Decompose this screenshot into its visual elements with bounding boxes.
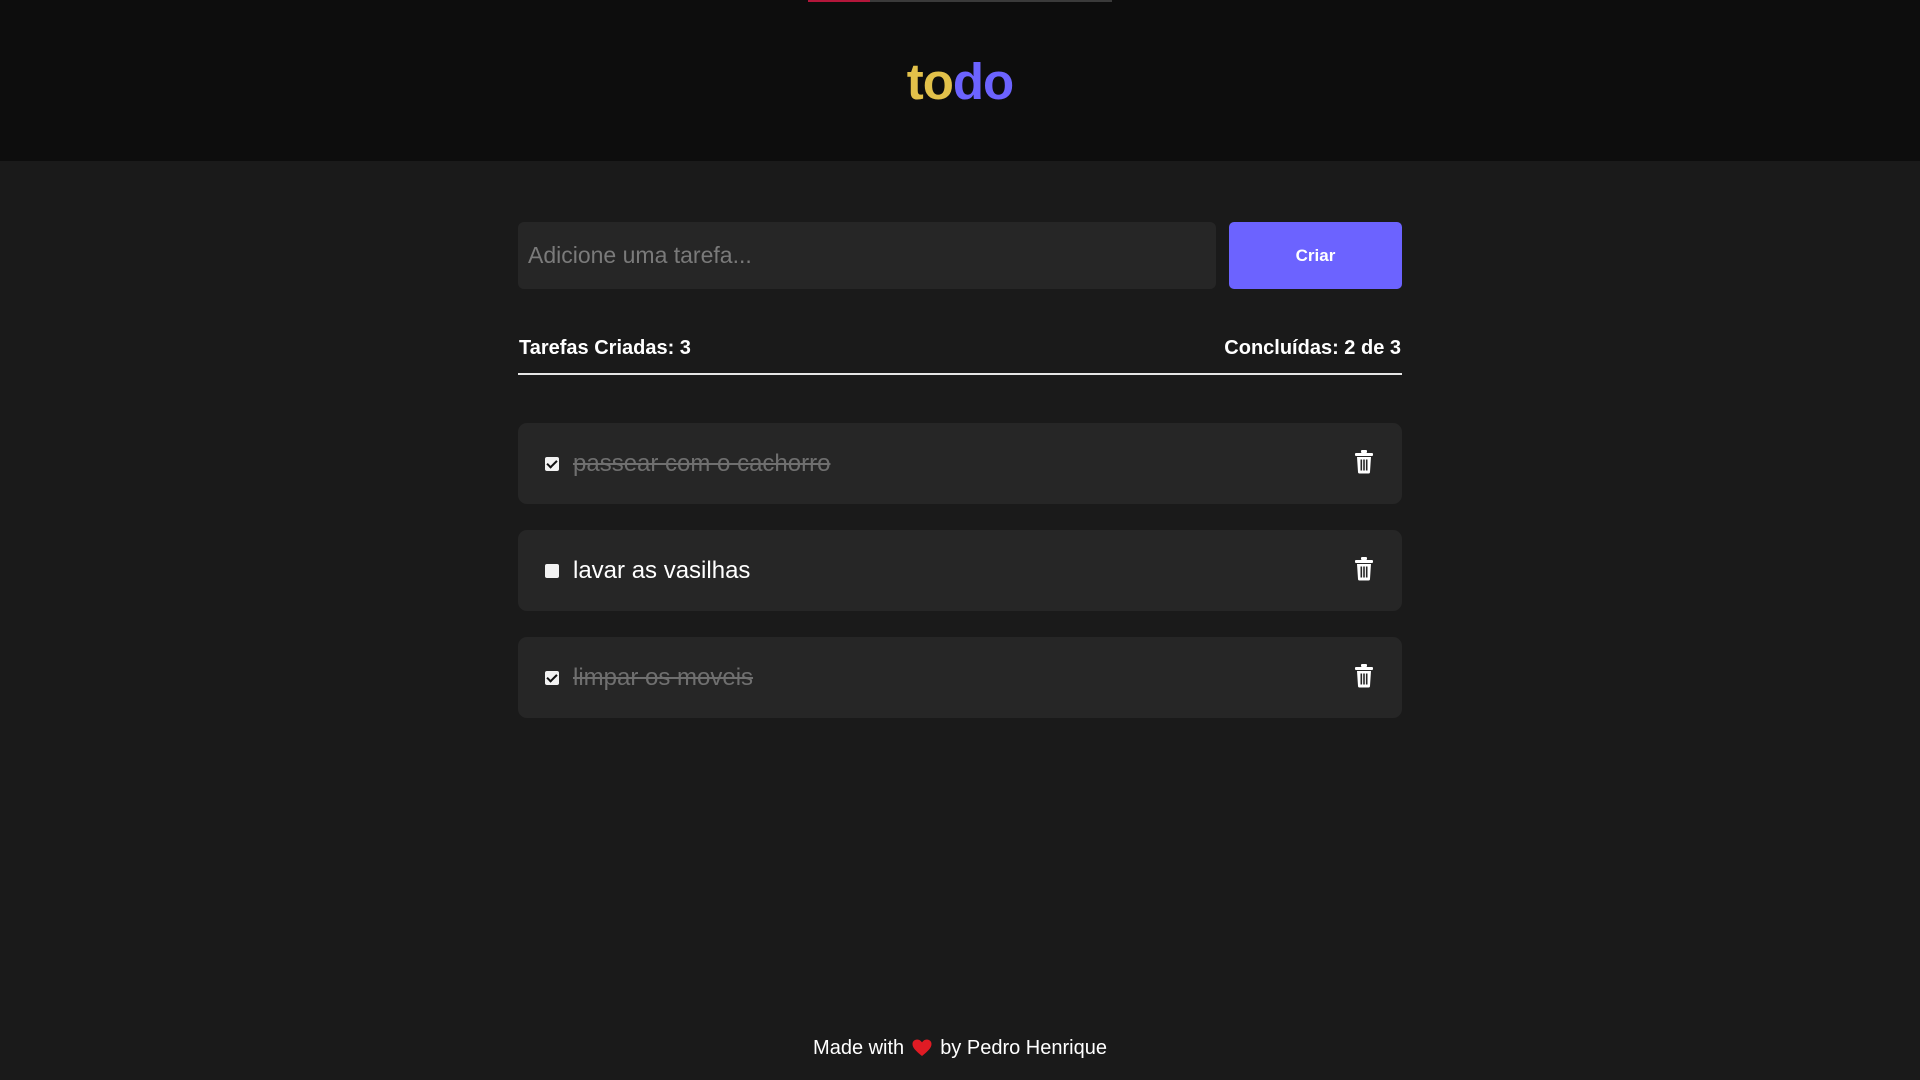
- top-strip: [808, 0, 1112, 2]
- created-count: Tarefas Criadas: 3: [519, 336, 691, 359]
- app-header: todo: [0, 0, 1920, 161]
- new-task-form: Criar: [518, 222, 1402, 289]
- delete-task-button[interactable]: [1354, 664, 1374, 688]
- task-checkbox[interactable]: [545, 457, 559, 471]
- task-text: passear com o cachorro: [573, 450, 831, 477]
- footer-author: by Pedro Henrique: [940, 1037, 1107, 1059]
- task-text: lavar as vasilhas: [573, 557, 751, 584]
- task-item: limpar os moveis: [518, 637, 1402, 718]
- new-task-input[interactable]: [518, 222, 1216, 289]
- completed-count: Concluídas: 2 de 3: [1224, 336, 1401, 359]
- logo-part-b: do: [952, 53, 1014, 110]
- heart-icon: [912, 1039, 932, 1063]
- create-task-button[interactable]: Criar: [1229, 222, 1402, 289]
- task-text: limpar os moveis: [573, 664, 754, 691]
- app-logo: todo: [0, 50, 1920, 114]
- task-stats: Tarefas Criadas: 3 Concluídas: 2 de 3: [518, 336, 1402, 360]
- logo-part-a: to: [906, 53, 954, 110]
- trash-icon: [1355, 557, 1373, 581]
- top-strip-accent: [808, 0, 870, 2]
- trash-icon: [1355, 664, 1373, 688]
- footer: Made with by Pedro Henrique: [0, 1036, 1920, 1063]
- main-content: Criar Tarefas Criadas: 3 Concluídas: 2 d…: [518, 222, 1402, 744]
- task-checkbox[interactable]: [545, 564, 559, 578]
- task-item: lavar as vasilhas: [518, 530, 1402, 611]
- footer-made-with: Made with: [813, 1037, 905, 1059]
- task-item: passear com o cachorro: [518, 423, 1402, 504]
- stats-divider: [518, 373, 1402, 375]
- task-checkbox[interactable]: [545, 671, 559, 685]
- task-list: passear com o cachorro lavar as vasilhas: [518, 423, 1402, 718]
- delete-task-button[interactable]: [1354, 450, 1374, 474]
- trash-icon: [1355, 450, 1373, 474]
- delete-task-button[interactable]: [1354, 557, 1374, 581]
